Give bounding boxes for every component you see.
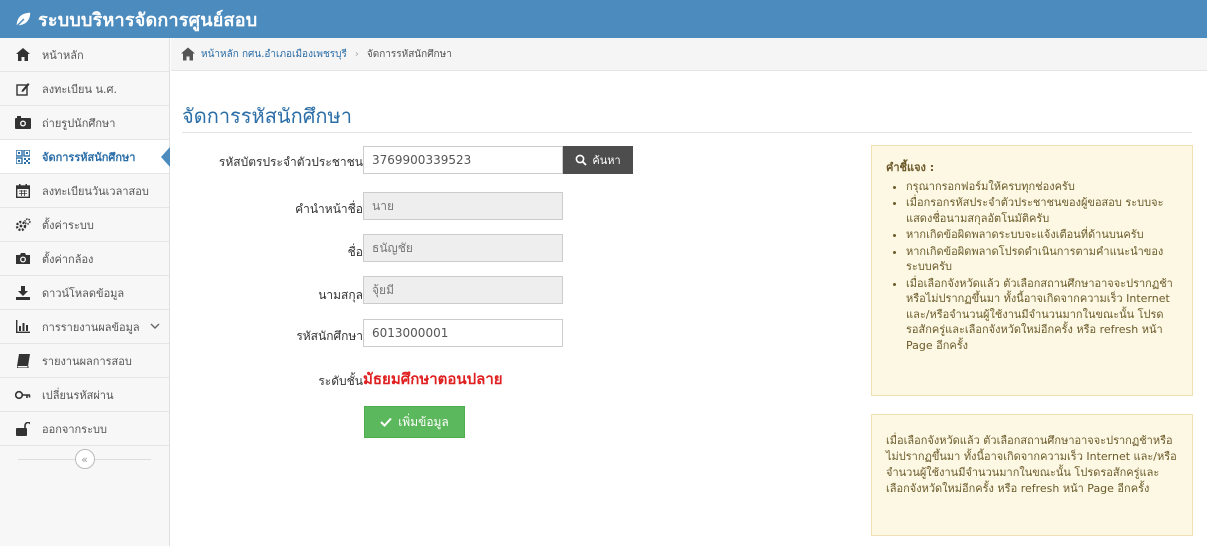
lastname-field[interactable]: จุ้ยมี	[363, 276, 563, 304]
province-note-box: เมื่อเลือกจังหวัดแล้ว ตัวเลือกสถานศึกษาอ…	[871, 414, 1193, 536]
sidebar-item-label: ตั้งค่ากล้อง	[42, 252, 94, 266]
sidebar-item-label: จัดการรหัสนักศึกษา	[42, 150, 136, 164]
sidebar-item-label: รายงานผลการสอบ	[42, 354, 132, 368]
unlock-icon	[14, 420, 32, 438]
sidebar-item-label: การรายงานผลข้อมูล	[42, 320, 140, 334]
edit-icon	[14, 80, 32, 98]
list-item: หากเกิดข้อผิดพลาดโปรดดำเนินการตามคำแนะนำ…	[906, 244, 1176, 275]
list-item: กรุณากรอกฟอร์มให้ครบทุกช่องครับ	[906, 179, 1176, 195]
sidebar-item-register-student[interactable]: ลงทะเบียน น.ศ.	[0, 72, 169, 106]
sidebar-item-system-settings[interactable]: ตั้งค่าระบบ	[0, 208, 169, 242]
app-title[interactable]: ระบบบริหารจัดการศูนย์สอบ	[38, 5, 257, 34]
breadcrumb-separator: ›	[354, 48, 359, 60]
add-data-button[interactable]: เพิ่มข้อมูล	[364, 406, 465, 438]
search-button[interactable]: ค้นหา	[563, 146, 633, 174]
sidebar-item-label: ลงทะเบียน น.ศ.	[42, 82, 117, 96]
sidebar-collapse-button[interactable]: «	[74, 449, 95, 469]
sidebar-item-home[interactable]: หน้าหลัก	[0, 38, 169, 72]
sidebar-item-exam-results[interactable]: รายงานผลการสอบ	[0, 344, 169, 378]
id-card-label: รหัสบัตรประจำตัวประชาชน	[218, 155, 363, 169]
chevron-down-icon	[150, 320, 160, 333]
instructions-list: กรุณากรอกฟอร์มให้ครบทุกช่องครับ เมื่อกรอ…	[886, 179, 1176, 354]
sidebar-item-label: หน้าหลัก	[42, 48, 84, 62]
sidebar-item-label: ออกจากระบบ	[42, 422, 107, 436]
list-item: เมื่อกรอกรหัสประจำตัวประชาชนของผู้ขอสอบ …	[906, 195, 1176, 226]
book-icon	[14, 352, 32, 370]
calendar-icon	[14, 182, 32, 200]
search-button-label: ค้นหา	[592, 155, 621, 167]
level-value: มัธยมศึกษาตอนปลาย	[363, 370, 503, 388]
id-card-input[interactable]: 3769900339523	[363, 146, 563, 174]
instructions-title: คำชี้แจง :	[886, 161, 935, 174]
sidebar-collapse-row: «	[0, 446, 169, 472]
student-id-label: รหัสนักศึกษา	[296, 329, 363, 343]
sidebar-item-reports[interactable]: การรายงานผลข้อมูล	[0, 310, 169, 344]
list-item: เมื่อเลือกจังหวัดแล้ว ตัวเลือกสถานศึกษาอ…	[906, 276, 1176, 354]
list-item: หากเกิดข้อผิดพลาดระบบจะแจ้งเตือนที่ด้านบ…	[906, 227, 1176, 243]
check-icon	[380, 417, 392, 427]
qrcode-icon	[14, 148, 32, 166]
sidebar-item-label: ลงทะเบียนวันเวลาสอบ	[42, 184, 149, 198]
bar-chart-icon	[14, 318, 32, 336]
lastname-label: นามสกุล	[318, 288, 363, 302]
sidebar-item-label: เปลี่ยนรหัสผ่าน	[42, 388, 114, 402]
add-data-label: เพิ่มข้อมูล	[398, 414, 449, 429]
sidebar-item-exam-schedule[interactable]: ลงทะเบียนวันเวลาสอบ	[0, 174, 169, 208]
firstname-label: ชื่อ	[347, 245, 363, 259]
prefix-field[interactable]: นาย	[363, 192, 563, 220]
firstname-field[interactable]: ธนัญชัย	[363, 234, 563, 262]
key-icon	[14, 386, 32, 404]
search-icon	[575, 154, 587, 166]
sidebar-item-manage-student-id[interactable]: จัดการรหัสนักศึกษา	[0, 140, 170, 174]
top-navbar: ระบบบริหารจัดการศูนย์สอบ	[0, 0, 1207, 38]
sidebar: หน้าหลัก ลงทะเบียน น.ศ. ถ่ายรูปนักศึกษา …	[0, 38, 170, 546]
prefix-label: คำนำหน้าชื่อ	[295, 202, 363, 216]
sidebar-item-photo[interactable]: ถ่ายรูปนักศึกษา	[0, 106, 169, 140]
sidebar-item-change-password[interactable]: เปลี่ยนรหัสผ่าน	[0, 378, 169, 412]
photo-icon	[14, 114, 32, 132]
sidebar-item-logout[interactable]: ออกจากระบบ	[0, 412, 169, 446]
sidebar-item-camera-settings[interactable]: ตั้งค่ากล้อง	[0, 242, 169, 276]
leaf-icon	[15, 12, 31, 28]
instructions-box: คำชี้แจง : กรุณากรอกฟอร์มให้ครบทุกช่องคร…	[871, 145, 1193, 396]
home-icon	[181, 47, 195, 61]
download-icon	[14, 284, 32, 302]
sidebar-item-download[interactable]: ดาวน์โหลดข้อมูล	[0, 276, 169, 310]
student-id-input[interactable]: 6013000001	[363, 319, 563, 347]
sidebar-item-label: ถ่ายรูปนักศึกษา	[42, 116, 116, 130]
breadcrumb-home-link[interactable]: หน้าหลัก กศน.อำเภอเมืองเพชรบุรี	[201, 47, 347, 62]
sidebar-item-label: ดาวน์โหลดข้อมูล	[42, 286, 125, 300]
breadcrumb-current: จัดการรหัสนักศึกษา	[366, 48, 452, 60]
level-label: ระดับชั้น	[318, 374, 363, 388]
breadcrumb: หน้าหลัก กศน.อำเภอเมืองเพชรบุรี › จัดการ…	[171, 38, 1207, 71]
sidebar-item-label: ตั้งค่าระบบ	[42, 218, 94, 232]
page-title: จัดการรหัสนักศึกษา	[182, 104, 352, 128]
gears-icon	[14, 216, 32, 234]
camera-icon	[14, 250, 32, 268]
title-divider	[182, 132, 1192, 133]
home-icon	[14, 46, 32, 64]
